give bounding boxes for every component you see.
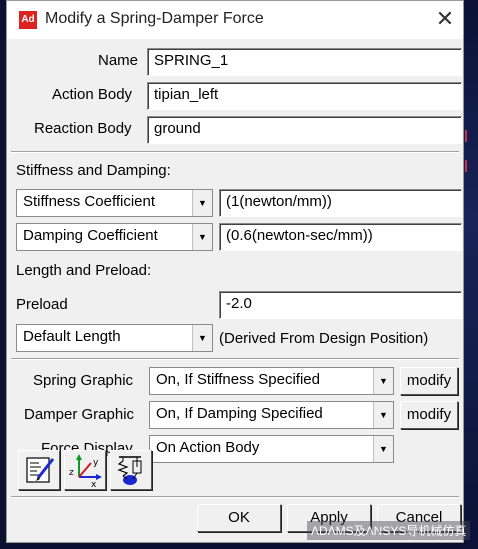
- title-bar: Ad Modify a Spring-Damper Force ✕: [7, 1, 463, 39]
- dropdown-arrow-icon: ▼: [192, 224, 212, 250]
- desktop-background-strip: [462, 0, 478, 549]
- length-preload-section-label: Length and Preload:: [16, 262, 152, 279]
- damper-graphic-select[interactable]: On, If Damping Specified ▼: [149, 401, 394, 429]
- length-type-select[interactable]: Default Length ▼: [16, 324, 213, 352]
- action-body-field[interactable]: tipian_left: [147, 82, 462, 110]
- stiffness-type-value: Stiffness Coefficient: [23, 193, 156, 210]
- damping-coefficient-field[interactable]: (0.6(newton-sec/mm)): [219, 223, 462, 251]
- separator: [11, 151, 459, 153]
- damping-type-select[interactable]: Damping Coefficient ▼: [16, 223, 213, 251]
- xyz-axes-button[interactable]: z x y: [64, 450, 106, 490]
- damping-type-value: Damping Coefficient: [23, 227, 158, 244]
- watermark: ADAMS及ANSYS导机械仿真: [307, 521, 471, 540]
- stiffness-coefficient-field[interactable]: (1(newton/mm)): [219, 189, 462, 217]
- close-icon[interactable]: ✕: [433, 7, 457, 31]
- dropdown-arrow-icon: ▼: [373, 436, 393, 462]
- adams-app-icon: Ad: [19, 11, 37, 29]
- separator: [11, 358, 459, 360]
- spring-graphic-modify-button[interactable]: modify: [400, 367, 458, 395]
- dropdown-arrow-icon: ▼: [192, 325, 212, 351]
- spring-graphic-value: On, If Stiffness Specified: [156, 371, 320, 388]
- spring-damper-dialog: Ad Modify a Spring-Damper Force ✕ Name S…: [6, 0, 471, 543]
- desktop-decoration: [465, 130, 467, 142]
- force-display-value: On Action Body: [156, 439, 260, 456]
- length-type-value: Default Length: [23, 328, 121, 345]
- desktop-decoration: [465, 160, 467, 172]
- spring-damper-icon: [117, 456, 142, 485]
- damper-graphic-modify-button[interactable]: modify: [400, 401, 458, 429]
- xyz-axes-icon: z x y: [69, 454, 102, 490]
- preload-field[interactable]: -2.0: [219, 291, 462, 319]
- spring-graphic-select[interactable]: On, If Stiffness Specified ▼: [149, 367, 394, 395]
- svg-text:z: z: [69, 468, 74, 478]
- preload-label: Preload: [16, 296, 68, 313]
- damper-graphic-value: On, If Damping Specified: [156, 405, 323, 422]
- reaction-body-field[interactable]: ground: [147, 116, 462, 144]
- spring-graphic-label: Spring Graphic: [33, 372, 134, 389]
- damper-graphic-label: Damper Graphic: [24, 406, 135, 423]
- spring-damper-button[interactable]: [110, 450, 152, 490]
- name-field[interactable]: SPRING_1: [147, 48, 462, 76]
- name-label: Name: [98, 52, 139, 69]
- edit-notes-button[interactable]: [18, 450, 60, 490]
- ok-button[interactable]: OK: [197, 504, 281, 532]
- dropdown-arrow-icon: ▼: [192, 190, 212, 216]
- action-body-label: Action Body: [52, 86, 133, 103]
- dropdown-arrow-icon: ▼: [373, 368, 393, 394]
- reaction-body-label: Reaction Body: [34, 120, 132, 137]
- stiffness-damping-section-label: Stiffness and Damping:: [16, 162, 171, 179]
- window-title: Modify a Spring-Damper Force: [45, 10, 264, 27]
- svg-text:x: x: [91, 480, 97, 489]
- stiffness-type-select[interactable]: Stiffness Coefficient ▼: [16, 189, 213, 217]
- length-derived-note: (Derived From Design Position): [219, 330, 429, 347]
- force-display-select[interactable]: On Action Body ▼: [149, 435, 394, 463]
- svg-text:y: y: [93, 458, 99, 468]
- dropdown-arrow-icon: ▼: [373, 402, 393, 428]
- edit-notes-icon: [26, 457, 55, 483]
- separator: [11, 496, 459, 498]
